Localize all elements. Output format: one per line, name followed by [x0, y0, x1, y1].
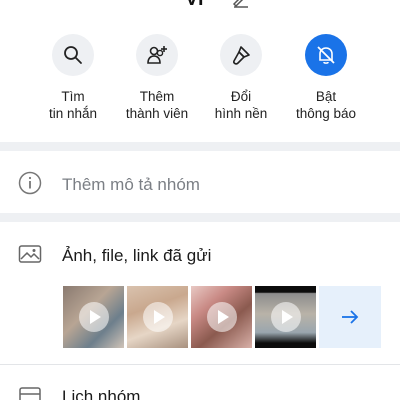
add-member-icon [147, 46, 167, 64]
paint-brush-icon [233, 46, 250, 65]
header: Vi [0, 0, 400, 12]
video-thumbnail[interactable] [127, 286, 188, 348]
enable-notifications-label: Bật thông báo [276, 88, 376, 122]
add-description-text: Thêm mô tả nhóm [62, 175, 200, 194]
calendar-icon [19, 387, 41, 400]
play-icon [79, 302, 109, 332]
view-more-button[interactable] [319, 286, 381, 348]
section-divider [0, 213, 400, 222]
notifications-button-circle[interactable] [305, 34, 347, 76]
arrow-right-icon [342, 310, 359, 324]
search-icon [64, 46, 82, 64]
search-button-circle[interactable] [52, 34, 94, 76]
play-icon [143, 302, 173, 332]
info-icon [18, 171, 42, 195]
play-icon [271, 302, 301, 332]
group-calendar-text: Lịch nhóm [62, 387, 141, 400]
video-thumbnail[interactable] [191, 286, 252, 348]
enable-notifications-button[interactable]: Bật thông báo [276, 34, 376, 122]
label-line-2: thông báo [295, 106, 357, 121]
section-divider [0, 142, 400, 151]
add-member-button-circle[interactable] [136, 34, 178, 76]
label-line-1: Bật [315, 89, 337, 104]
video-thumbnail[interactable] [63, 286, 124, 348]
edit-name-icon[interactable] [232, 0, 250, 8]
shared-media-title: Ảnh, file, link đã gửi [62, 246, 212, 265]
photo-gallery-icon [18, 245, 42, 263]
bell-off-icon [317, 46, 335, 64]
quick-actions: Tìm tin nhắn Thêm thành viên Đổi hình nề… [0, 34, 400, 144]
add-description-row[interactable]: Thêm mô tả nhóm [0, 151, 400, 213]
media-thumbnails [63, 286, 383, 348]
change-background-button-circle[interactable] [220, 34, 262, 76]
group-name: Vi [185, 0, 204, 11]
play-icon [207, 302, 237, 332]
video-thumbnail[interactable] [255, 286, 316, 348]
group-calendar-row[interactable]: Lịch nhóm [0, 365, 400, 400]
